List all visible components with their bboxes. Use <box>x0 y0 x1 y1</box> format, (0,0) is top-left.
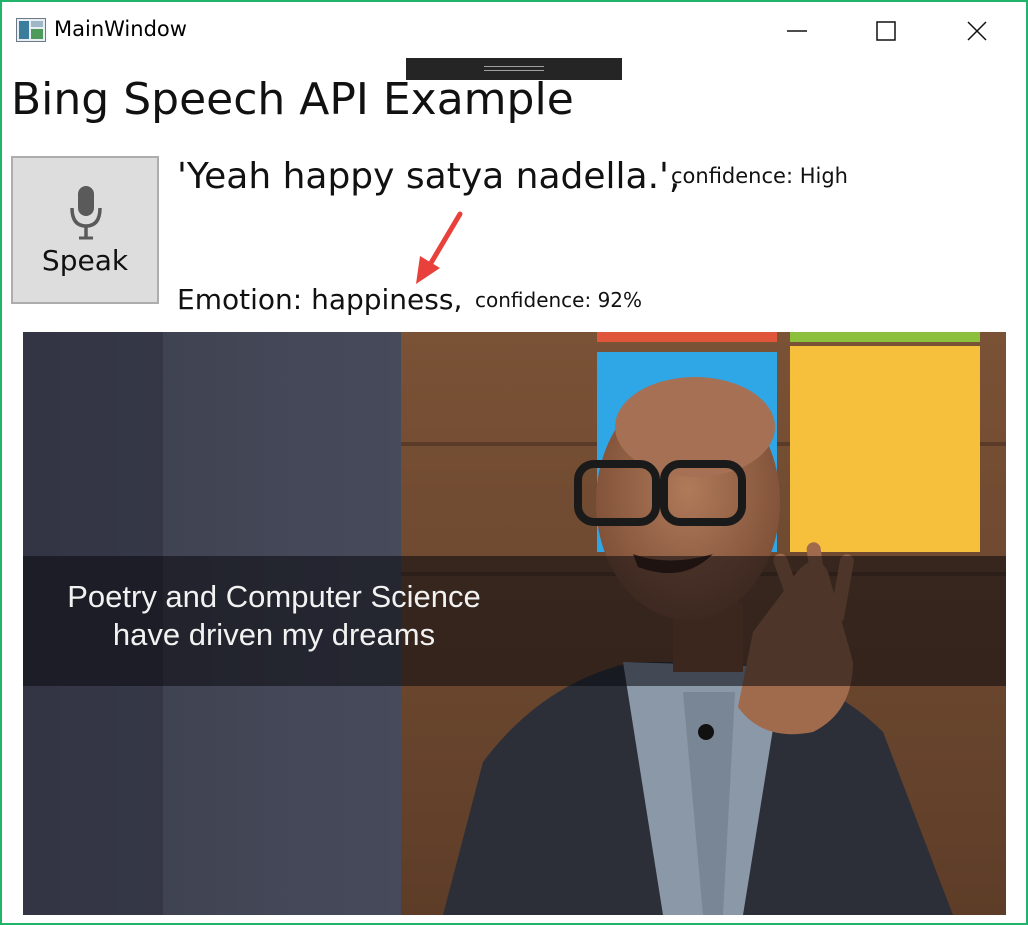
minimize-button[interactable] <box>752 6 842 56</box>
speak-button[interactable]: Speak <box>11 156 159 304</box>
app-icon <box>16 18 46 42</box>
window-title: MainWindow <box>54 17 187 41</box>
quote-line-2: have driven my dreams <box>112 617 436 652</box>
annotation-arrow-icon <box>416 211 463 284</box>
quote-line-1: Poetry and Computer Science <box>67 579 481 614</box>
speech-confidence: confidence: High <box>671 164 848 188</box>
speak-button-label: Speak <box>41 244 129 277</box>
recognized-speech-text: 'Yeah happy satya nadella.', <box>177 156 681 197</box>
microphone-icon <box>69 186 103 244</box>
emotion-text: Emotion: happiness, <box>177 283 463 316</box>
quote-caption: Poetry and Computer Science have driven … <box>23 578 525 654</box>
close-icon <box>967 21 987 41</box>
page-title: Bing Speech API Example <box>11 74 574 125</box>
title-bar[interactable]: MainWindow <box>2 2 1026 60</box>
speaker-photo: Poetry and Computer Science have driven … <box>23 332 1006 915</box>
main-window: MainWindow Bing Speech API Example Speak… <box>0 0 1028 925</box>
emotion-confidence: confidence: 92% <box>475 288 643 312</box>
minimize-icon <box>787 30 807 32</box>
maximize-button[interactable] <box>841 6 931 56</box>
maximize-icon <box>876 21 896 41</box>
close-button[interactable] <box>932 6 1022 56</box>
